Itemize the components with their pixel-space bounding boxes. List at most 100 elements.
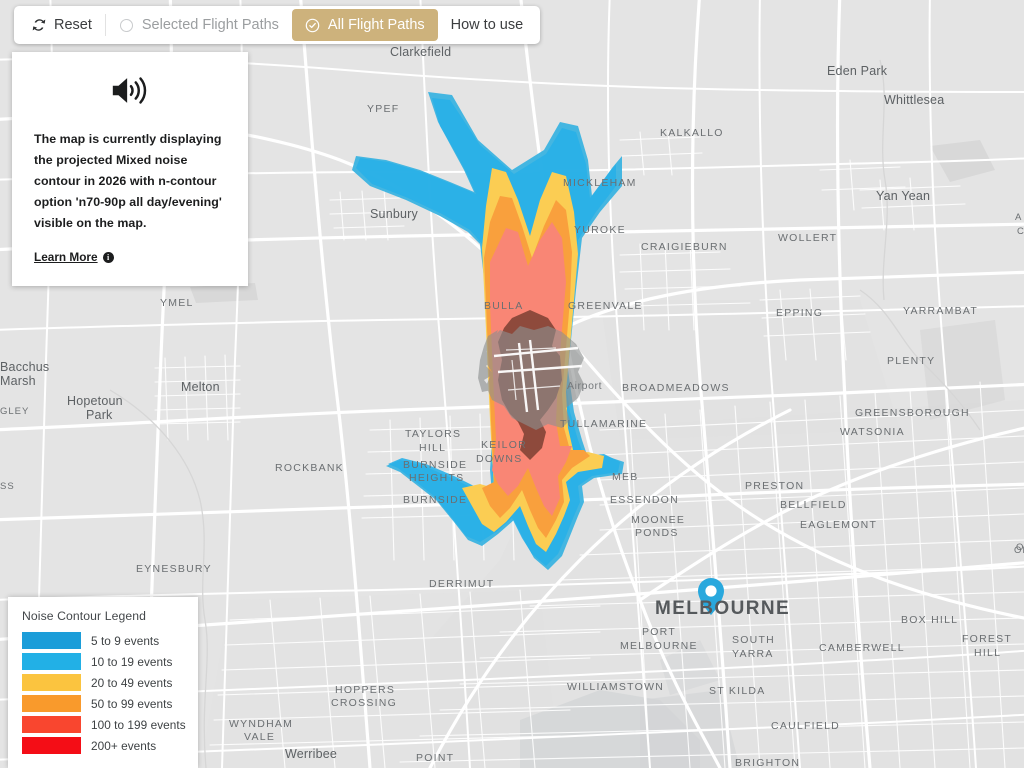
learn-more-label: Learn More [34,250,98,264]
map-place-label: BELLFIELD [780,499,847,511]
map-place-label: VALE [244,731,275,743]
map-place-label: TULLAMARINE [560,418,647,430]
map-place-label: EPPING [776,307,823,319]
map-place-label: YPEF [367,103,399,115]
legend-item[interactable]: 5 to 9 events [22,632,198,649]
map-place-label: GREENVALE [568,300,643,312]
map-place-label: HILL [419,442,446,454]
map-place-label: SS [0,481,15,492]
map-place-label: Sunbury [370,207,419,221]
map-place-label: Park [86,408,113,422]
noise-contour-legend: Noise Contour Legend 5 to 9 events 10 to … [8,597,198,768]
map-place-label: POINT [416,752,454,764]
map-place-label: WOLLERT [778,232,837,244]
airport-label: Airport [567,380,602,392]
map-place-label: BURNSIDE [403,494,467,506]
info-panel-message: The map is currently displaying the proj… [34,132,222,230]
map-place-label: BRIGHTON [735,757,800,768]
noise-contour-map-app: YPEF KALKALLO MICKLEHAM YUROKE CRAIGIEBURN WO… [0,0,1024,768]
reset-button[interactable]: Reset [18,9,105,41]
map-place-label: YMEL [160,297,194,309]
map-place-label: ESSENDON [610,494,679,506]
map-place-label: YARRA [732,648,774,660]
map-place-label: Yan Yean [876,189,930,203]
map-place-label: C [1017,226,1024,237]
legend-item[interactable]: 10 to 19 events [22,653,198,670]
map-place-label: BULLA [484,300,524,312]
map-place-label: EAGLEMONT [800,519,877,531]
legend-label: 200+ events [91,738,157,753]
info-panel: The map is currently displaying the proj… [12,52,248,286]
map-place-label: FOREST [962,633,1012,645]
legend-item[interactable]: 100 to 199 events [22,716,198,733]
legend-swatch [22,674,81,691]
map-place-label: MELBOURNE [620,640,698,652]
map-place-label: WATSONIA [840,426,905,438]
map-place-label: TAYLORS [405,428,461,440]
legend-title: Noise Contour Legend [22,609,146,623]
legend-label: 5 to 9 events [91,633,160,648]
check-circle-icon [305,17,321,33]
map-place-label: DOWNS [476,453,523,465]
how-to-use-label: How to use [450,17,524,33]
map-place-label: PLENTY [887,355,935,367]
map-place-label: CRAIGIEBURN [641,241,728,253]
map-place-label: A [1015,212,1022,223]
learn-more-link[interactable]: Learn More i [34,250,114,264]
map-place-label: WILLIAMSTOWN [567,681,664,693]
map-place-label: KEILOR [481,439,527,451]
map-place-label: MICKLEHAM [563,177,637,189]
refresh-icon [31,17,47,33]
legend-label: 50 to 99 events [91,696,173,711]
map-place-label: ROCKBANK [275,462,344,474]
map-place-label: WYNDHAM [229,718,293,730]
map-place-label: ST KILDA [709,685,766,697]
legend-rows: 5 to 9 events 10 to 19 events 20 to 49 eve… [22,632,198,754]
all-flight-paths-label: All Flight Paths [327,17,425,33]
legend-swatch [22,695,81,712]
map-place-label: SOUTH [732,634,775,646]
how-to-use-button[interactable]: How to use [438,9,537,41]
legend-item[interactable]: 50 to 99 events [22,695,198,712]
map-place-label: Marsh [0,374,36,388]
map-place-label: PRESTON [745,480,804,492]
legend-swatch [22,737,81,754]
map-place-label: BOX HILL [901,614,958,626]
all-flight-paths-button[interactable]: All Flight Paths [291,9,438,41]
legend-item[interactable]: 200+ events [22,737,198,754]
map-place-label: YARRAMBAT [903,305,978,317]
legend-label: 20 to 49 events [91,675,173,690]
map-place-label: CAMBERWELL [819,642,905,654]
map-place-label: HILL [974,647,1001,659]
map-place-label: HEIGHTS [409,472,464,484]
map-place-label: BURNSIDE [403,459,467,471]
map-place-label: PORT [642,626,676,638]
map-place-label: CAULFIELD [771,720,840,732]
selected-flight-paths-button[interactable]: Selected Flight Paths [106,9,292,41]
reset-label: Reset [54,17,92,33]
info-icon: i [102,251,114,263]
map-place-label: HOPPERS [335,684,395,696]
melbourne-city-label: MELBOURNE [655,598,790,619]
legend-item[interactable]: 20 to 49 events [22,674,198,691]
map-place-label: KALKALLO [660,127,724,139]
selected-flight-paths-label: Selected Flight Paths [141,17,279,33]
map-place-label: MOONEE [631,514,685,526]
map-place-label: Hopetoun [67,394,123,408]
map-place-label: OI [1014,545,1024,556]
map-place-label: DERRIMUT [429,578,494,590]
legend-label: 100 to 199 events [91,717,186,732]
map-place-label: Whittlesea [884,93,944,107]
map-place-label: YUROKE [574,224,626,236]
map-place-label: Melton [181,380,220,394]
speaker-icon [34,74,226,107]
map-place-label: Clarkefield [390,45,451,59]
map-place-label: BROADMEADOWS [622,382,730,394]
map-place-label: PONDS [635,527,679,539]
legend-swatch [22,632,81,649]
map-place-label: Werribee [285,747,337,761]
radio-unchecked-icon [119,17,135,33]
legend-label: 10 to 19 events [91,654,173,669]
legend-swatch [22,653,81,670]
legend-swatch [22,716,81,733]
